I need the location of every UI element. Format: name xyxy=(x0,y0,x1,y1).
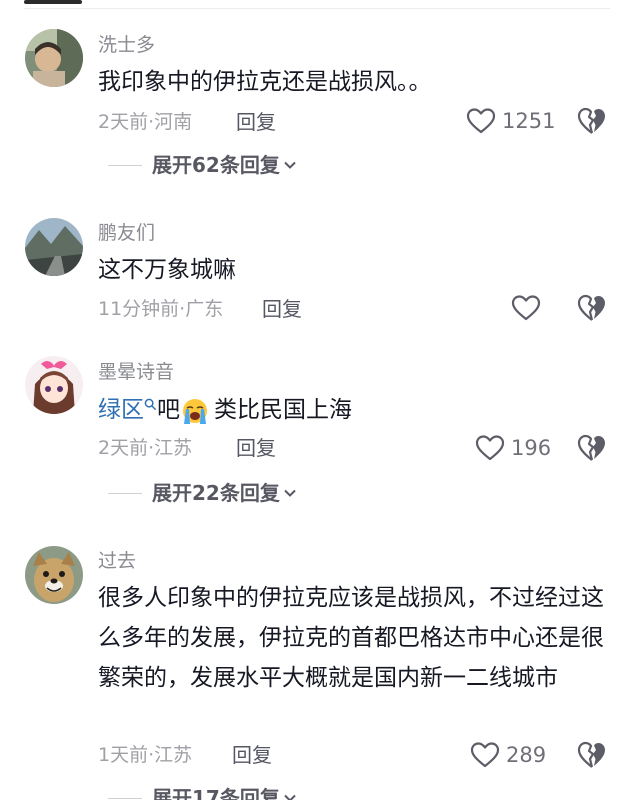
comment-username[interactable]: 鹏友们 xyxy=(98,221,155,245)
like-count: 289 xyxy=(506,743,547,767)
reply-button[interactable]: 回复 xyxy=(236,110,276,134)
chevron-down-icon xyxy=(284,489,296,497)
heart-outline-icon xyxy=(466,108,496,134)
heart-outline-icon xyxy=(470,742,500,768)
expand-label: 展开17条回复 xyxy=(152,786,280,800)
chevron-down-icon xyxy=(284,794,296,800)
comment-text-part: 类比民国上海 xyxy=(214,397,352,423)
comment-username[interactable]: 墨晕诗音 xyxy=(98,360,174,384)
expand-replies-button[interactable]: 展开62条回复 xyxy=(108,153,297,177)
like-count: 1251 xyxy=(502,109,556,133)
expand-dash xyxy=(108,492,142,494)
comment-username[interactable]: 过去 xyxy=(98,549,136,573)
comment-meta: 1天前·江苏 xyxy=(98,744,193,766)
heart-outline-icon xyxy=(475,435,505,461)
expand-dash xyxy=(108,164,142,166)
avatar-photo xyxy=(25,356,83,414)
top-scroll-indicator xyxy=(24,0,82,4)
avatar[interactable] xyxy=(25,546,83,604)
heart-outline-icon xyxy=(511,295,541,321)
topic-link[interactable]: 绿区 xyxy=(98,397,144,423)
divider-line xyxy=(24,8,610,9)
like-button[interactable]: 289 xyxy=(470,741,546,769)
avatar[interactable] xyxy=(25,29,83,87)
comment-text: 很多人印象中的伊拉克应该是战损风，不过经过这么多年的发展，伊拉克的首都巴格达市中… xyxy=(98,585,604,691)
dislike-button[interactable] xyxy=(577,433,607,463)
broken-heart-icon xyxy=(577,294,605,321)
dislike-button[interactable] xyxy=(577,293,607,323)
comment-meta: 2天前·河南 xyxy=(98,111,193,133)
like-count: 196 xyxy=(511,436,552,460)
reply-button[interactable]: 回复 xyxy=(232,743,272,767)
expand-replies-button[interactable]: 展开22条回复 xyxy=(108,481,297,505)
broken-heart-icon xyxy=(577,107,605,134)
comment-meta: 2天前·江苏 xyxy=(98,437,193,459)
loudly-crying-face-icon xyxy=(183,398,207,424)
expand-replies-button[interactable]: 展开17条回复 xyxy=(108,786,297,800)
avatar-photo xyxy=(25,218,83,276)
avatar[interactable] xyxy=(25,218,83,276)
comment-text-part: 吧 xyxy=(157,397,180,423)
comment-meta: 11分钟前·广东 xyxy=(98,298,224,320)
search-icon xyxy=(144,398,157,411)
like-button[interactable] xyxy=(511,294,541,322)
top-divider xyxy=(24,0,610,10)
comment-text: 我印象中的伊拉克还是战损风。。 xyxy=(98,69,432,95)
reply-button[interactable]: 回复 xyxy=(236,436,276,460)
chevron-down-icon xyxy=(284,161,296,169)
broken-heart-icon xyxy=(577,434,605,461)
reply-button[interactable]: 回复 xyxy=(262,297,302,321)
expand-label: 展开62条回复 xyxy=(152,153,280,177)
like-button[interactable]: 196 xyxy=(475,434,551,462)
comment-text: 这不万象城嘛 xyxy=(98,257,236,283)
expand-dash xyxy=(108,797,142,799)
broken-heart-icon xyxy=(577,741,605,768)
like-button[interactable]: 1251 xyxy=(466,107,555,135)
comment-text: 绿区吧 类比民国上海 xyxy=(98,390,608,430)
expand-label: 展开22条回复 xyxy=(152,481,280,505)
dislike-button[interactable] xyxy=(577,106,607,136)
comment-username[interactable]: 洗士多 xyxy=(98,33,155,57)
avatar[interactable] xyxy=(25,356,83,414)
avatar-photo xyxy=(25,546,83,604)
avatar-photo xyxy=(25,29,83,87)
dislike-button[interactable] xyxy=(577,740,607,770)
